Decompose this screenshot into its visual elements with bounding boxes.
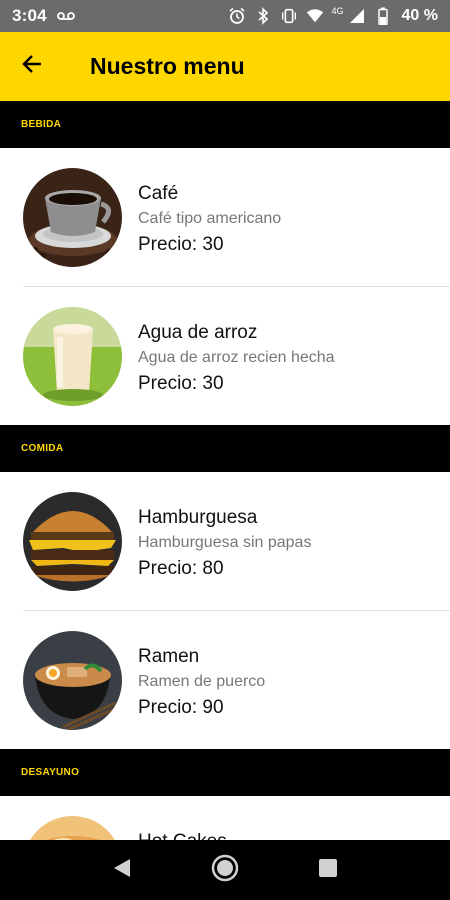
voicemail-icon	[56, 7, 75, 25]
item-text: Agua de arroz Agua de arroz recien hecha…	[138, 321, 335, 396]
network-type: 4G	[331, 6, 344, 16]
menu-item-cafe[interactable]: Café Café tipo americano Precio: 30	[0, 148, 450, 286]
item-description: Agua de arroz recien hecha	[138, 349, 335, 366]
item-price: Precio: 90	[138, 697, 224, 718]
section-header-comida: COMIDA	[0, 425, 450, 472]
ramen-image	[23, 631, 122, 730]
signal-icon	[348, 7, 366, 25]
bluetooth-icon	[254, 7, 272, 25]
menu-item-hamburguesa[interactable]: Hamburguesa Hamburguesa sin papas Precio…	[0, 472, 450, 610]
section-header-bebida: BEBIDA	[0, 101, 450, 148]
item-text: Café Café tipo americano Precio: 30	[138, 182, 281, 257]
item-description: Hamburguesa sin papas	[138, 534, 312, 551]
arrow-left-icon	[21, 53, 43, 80]
item-text: Ramen Ramen de puerco Precio: 90	[138, 645, 265, 720]
status-time: 3:04	[12, 6, 47, 25]
rice-water-image	[23, 307, 122, 406]
alarm-icon	[228, 7, 246, 25]
item-price: Precio: 80	[138, 558, 224, 579]
navigation-bar	[0, 840, 450, 900]
status-bar: 3:04 4G 40 %	[0, 0, 450, 32]
item-text: Hamburguesa Hamburguesa sin papas Precio…	[138, 506, 311, 581]
coffee-image	[23, 168, 122, 267]
menu-item-agua-de-arroz[interactable]: Agua de arroz Agua de arroz recien hecha…	[0, 287, 450, 425]
item-name: Agua de arroz	[138, 322, 258, 343]
vibrate-icon	[280, 7, 298, 25]
item-description: Café tipo americano	[138, 210, 282, 227]
battery-icon	[374, 7, 392, 25]
item-price: Precio: 30	[138, 234, 224, 255]
burger-image	[23, 492, 122, 591]
section-header-desayuno: DESAYUNO	[0, 749, 450, 796]
circle-home-icon	[210, 853, 240, 888]
back-button[interactable]	[0, 32, 64, 101]
nav-home-button[interactable]	[201, 846, 249, 894]
item-name: Ramen	[138, 646, 200, 667]
item-name: Hamburguesa	[138, 507, 258, 528]
item-description: Ramen de puerco	[138, 673, 266, 690]
nav-recents-button[interactable]	[304, 846, 352, 894]
item-name: Café	[138, 183, 179, 204]
section-title: COMIDA	[21, 443, 64, 454]
item-price: Precio: 30	[138, 373, 224, 394]
menu-item-ramen[interactable]: Ramen Ramen de puerco Precio: 90	[0, 611, 450, 749]
page-title: Nuestro menu	[90, 53, 245, 79]
triangle-back-icon	[112, 857, 132, 884]
battery-percentage: 40 %	[401, 7, 438, 24]
nav-back-button[interactable]	[98, 846, 146, 894]
wifi-icon	[306, 7, 324, 25]
app-bar: Nuestro menu	[0, 32, 450, 101]
square-recents-icon	[318, 858, 338, 883]
section-title: BEBIDA	[21, 119, 62, 130]
section-title: DESAYUNO	[21, 767, 80, 778]
